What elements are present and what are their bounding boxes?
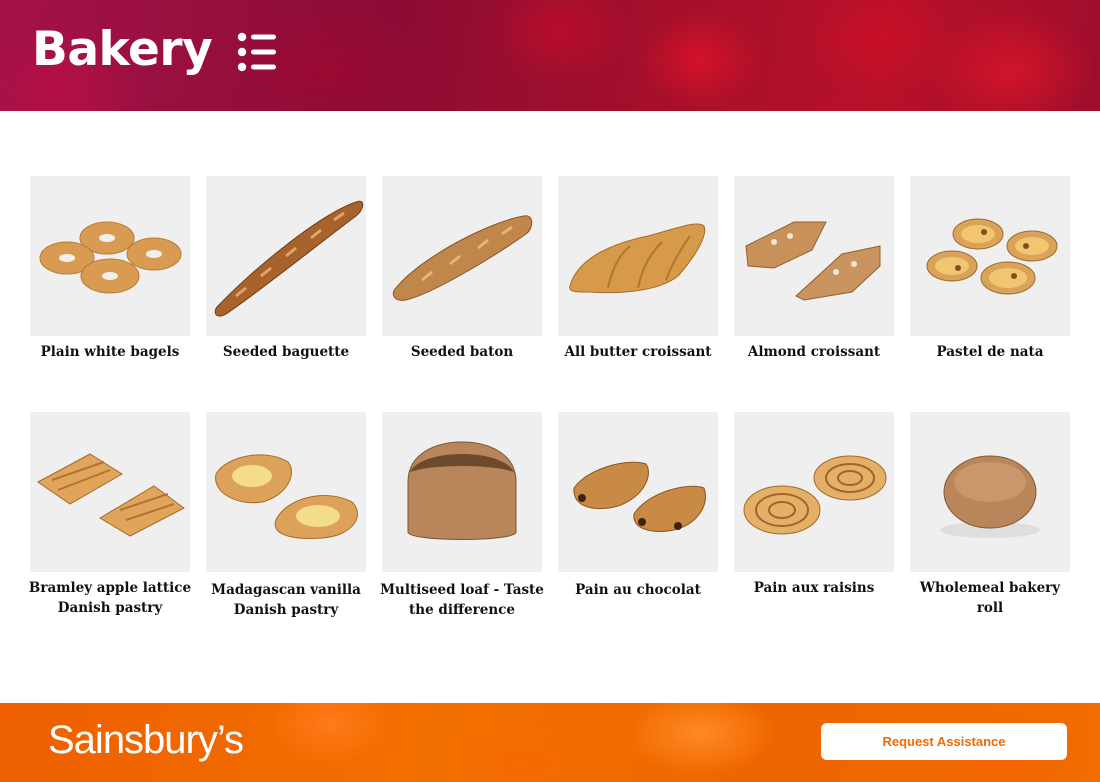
almond-croissant-image: [734, 176, 894, 336]
baguette-image: [206, 176, 366, 336]
product-name: Wholemeal bakery roll: [919, 580, 1061, 616]
product-card[interactable]: Wholemeal bakery roll: [910, 412, 1072, 618]
request-assistance-button[interactable]: Request Assistance: [821, 723, 1067, 760]
product-card[interactable]: Pain au chocolat: [558, 412, 720, 600]
product-name: Plain white bagels: [40, 344, 180, 360]
baton-image: [382, 176, 542, 336]
product-card[interactable]: Almond croissant: [734, 176, 896, 362]
product-card[interactable]: Plain white bagels: [30, 176, 192, 362]
footer-banner: Sainsbury’s Request Assistance: [0, 703, 1100, 782]
multiseed-loaf-image: [382, 412, 542, 572]
wholemeal-roll-image: [910, 412, 1070, 572]
product-card[interactable]: Pastel de nata: [910, 176, 1072, 362]
product-name: Pastel de nata: [936, 344, 1044, 360]
header-banner: Bakery: [0, 0, 1100, 111]
product-card[interactable]: Bramley apple lattice Danish pastry: [29, 412, 192, 618]
product-card[interactable]: Madagascan vanilla Danish pastry: [206, 412, 368, 620]
product-name: Almond croissant: [747, 344, 881, 360]
product-name: Madagascan vanilla Danish pastry: [211, 582, 361, 618]
product-card[interactable]: All butter croissant: [558, 176, 720, 362]
product-card[interactable]: Seeded baguette: [206, 176, 368, 362]
page-title: Bakery: [32, 22, 213, 77]
product-name: All butter croissant: [564, 344, 712, 360]
croissant-image: [558, 176, 718, 336]
pain-aux-raisins-image: [734, 412, 894, 572]
product-name: Seeded baguette: [222, 344, 350, 360]
apple-lattice-image: [30, 412, 190, 572]
bagels-image: [30, 176, 190, 336]
sainsburys-logo: Sainsbury’s: [48, 718, 244, 762]
product-card[interactable]: Multiseed loaf - Taste the difference: [380, 412, 544, 620]
product-card[interactable]: Pain aux raisins: [734, 412, 896, 598]
list-menu-icon[interactable]: [236, 30, 280, 76]
pain-au-chocolat-image: [558, 412, 718, 572]
product-name: Pain au chocolat: [575, 582, 701, 598]
product-name: Pain aux raisins: [753, 580, 875, 596]
pastel-de-nata-image: [910, 176, 1070, 336]
product-name: Bramley apple lattice Danish pastry: [28, 580, 192, 616]
product-name: Multiseed loaf - Taste the difference: [380, 582, 544, 618]
vanilla-danish-image: [206, 412, 366, 572]
product-name: Seeded baton: [410, 344, 514, 360]
product-card[interactable]: Seeded baton: [382, 176, 544, 362]
